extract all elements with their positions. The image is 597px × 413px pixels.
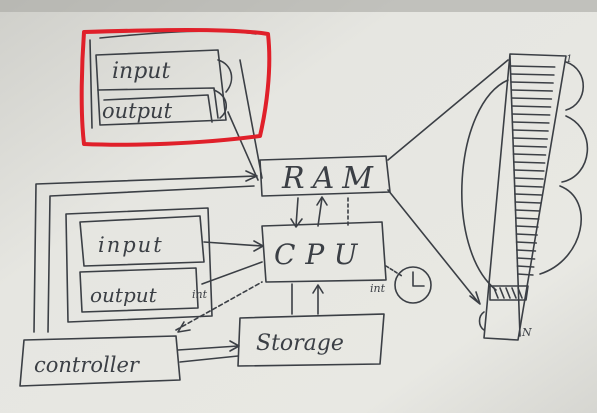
label-controller: controller <box>34 353 141 377</box>
label-int-right: int <box>370 282 386 295</box>
memory-tape-cell-line <box>514 201 542 204</box>
memory-tape-cell-line <box>512 153 547 156</box>
memory-tape-cell-line <box>513 177 544 180</box>
memory-tape-cell-line <box>511 113 551 116</box>
memory-tape-cell-line <box>513 169 545 172</box>
memory-tape-cell-line <box>516 265 535 268</box>
memory-tape-cell-line <box>516 249 537 252</box>
memory-tape-cell-line <box>511 105 552 108</box>
memory-tape-cell-line <box>515 225 539 228</box>
label-int-left: int <box>192 288 208 301</box>
board-frame <box>0 0 597 12</box>
label-output-top: output <box>102 99 173 123</box>
whiteboard-diagram: input output RAM CPU input output int in… <box>0 0 597 413</box>
memory-tape-cell-line <box>509 73 555 76</box>
memory-tape-cell-line <box>514 217 540 220</box>
memory-tape-cell-line <box>509 65 556 68</box>
memory-tape-cell-line <box>510 81 554 84</box>
label-ram: RAM <box>281 161 381 196</box>
memory-tape-cell-line <box>511 129 549 132</box>
label-input-mid: input <box>98 233 164 257</box>
memory-tape-cell-line <box>512 137 548 140</box>
label-cpu: CPU <box>274 238 367 271</box>
label-storage: Storage <box>256 331 344 356</box>
memory-tape-cell-line <box>515 233 538 236</box>
memory-tape-cell-line <box>516 273 534 276</box>
memory-tape-cell-line <box>516 257 536 260</box>
label-tape-bottom: N <box>521 326 532 339</box>
whiteboard-photo: input output RAM CPU input output int in… <box>0 0 597 413</box>
memory-tape-cell-line <box>512 161 546 164</box>
label-input-top: input <box>112 59 170 84</box>
memory-tape-cell-line <box>513 185 543 188</box>
memory-tape-cell-line <box>514 193 543 196</box>
memory-tape-cell-line <box>510 97 553 100</box>
memory-tape-cell-line <box>514 209 541 212</box>
label-output-mid: output <box>90 283 158 307</box>
memory-tape-cell-line <box>515 241 538 244</box>
memory-tape-cell-line <box>511 121 550 124</box>
memory-tape-cell-line <box>512 145 548 148</box>
memory-tape-cell-line <box>510 89 554 92</box>
label-tape-top: 1 <box>566 54 572 65</box>
